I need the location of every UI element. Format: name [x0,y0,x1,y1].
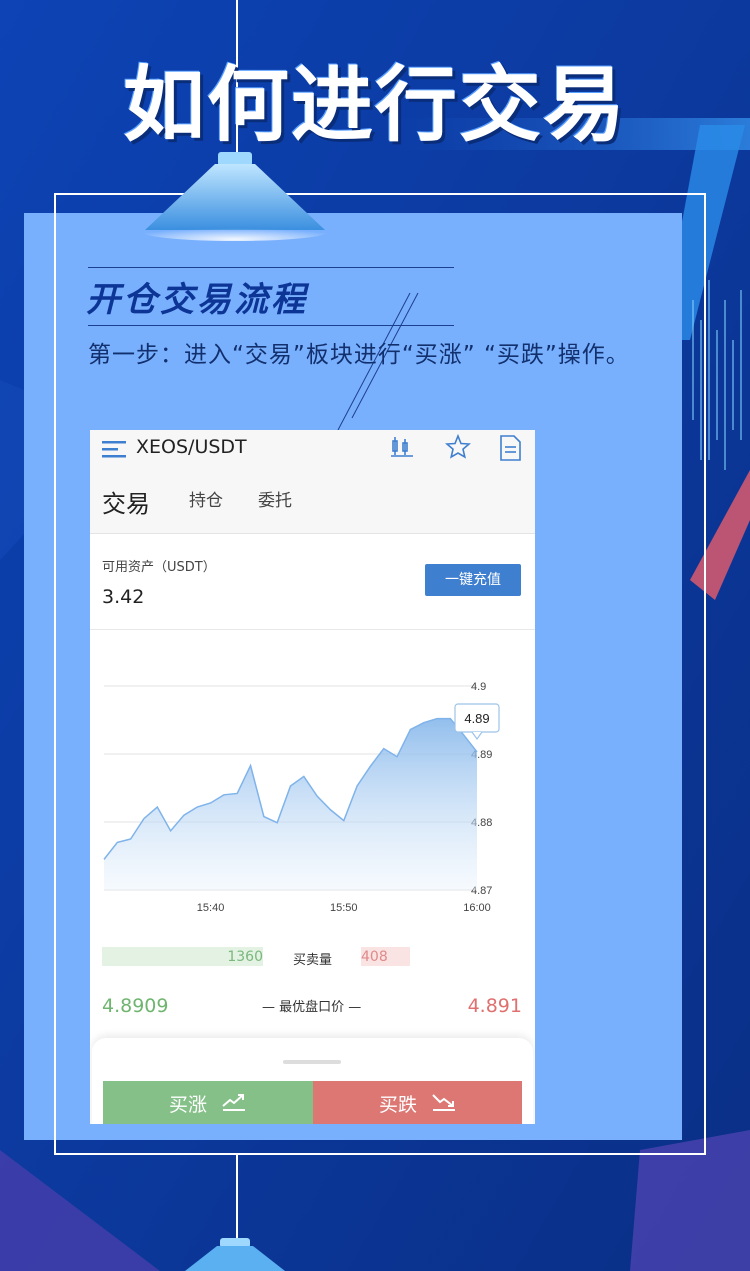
buy-down-button[interactable]: 买跌 [313,1081,522,1124]
buy-down-label: 买跌 [379,1094,418,1116]
app-screenshot: XEOS/USDT 交易 持仓 委托 可用资产（USDT） 3.42 一键充值 … [90,430,535,1124]
sheet-handle[interactable] [283,1060,341,1064]
trading-pair[interactable]: XEOS/USDT [136,436,247,458]
trend-down-icon [432,1094,455,1111]
x-tick-label: 16:00 [463,902,491,914]
step-instruction: 第一步：进入“交易”板块进行“买涨” “买跌”操作。 [88,342,630,368]
best-bid-price: 4.8909 [102,995,169,1017]
tooltip-pointer [471,731,483,741]
volume-label: 买卖量 [293,953,333,968]
best-ask-price: 4.891 [467,995,522,1017]
tab-orders[interactable]: 委托 [258,486,292,511]
section-top-rule [88,267,454,268]
divider [90,629,535,630]
x-tick-label: 15:40 [197,902,225,914]
trend-up-icon [222,1094,245,1111]
app-header: XEOS/USDT 交易 持仓 委托 [90,430,535,534]
page-title: 如何进行交易 [122,58,627,153]
sell-volume-value: 408 [361,949,388,965]
lamp-bottom-icon [185,1238,285,1271]
menu-icon[interactable] [102,438,128,462]
star-icon[interactable] [445,434,471,460]
section-title: 开仓交易流程 [86,280,308,320]
document-icon[interactable] [498,434,524,462]
price-area [104,718,477,890]
candlestick-icon[interactable] [390,434,414,460]
buy-up-button[interactable]: 买涨 [103,1081,313,1124]
tooltip-value: 4.89 [464,711,489,726]
price-chart[interactable]: 4.94.894.884.8715:40 15:50 16:004.89 [90,670,535,930]
lamp-icon [143,152,327,241]
tab-trade[interactable]: 交易 [102,484,150,519]
best-price-label: — 最优盘口价 — [262,1000,362,1015]
buy-volume-value: 1360 [227,949,263,965]
buy-up-label: 买涨 [169,1094,208,1116]
y-tick-label: 4.9 [471,681,486,693]
tab-positions[interactable]: 持仓 [189,486,223,511]
recharge-button[interactable]: 一键充值 [425,564,521,596]
x-tick-label: 15:50 [330,902,358,914]
available-assets-value: 3.42 [102,586,145,608]
available-assets-label: 可用资产（USDT） [102,560,216,575]
